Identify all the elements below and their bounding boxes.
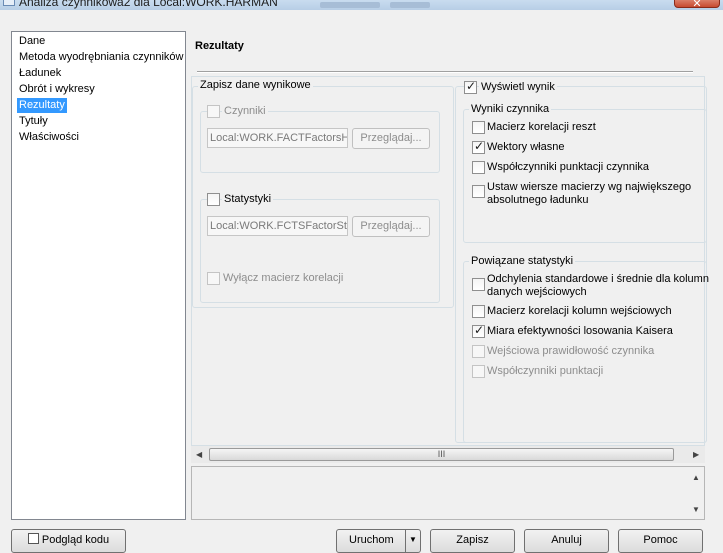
title-bar: Analiza czynnikowa2 dla Local:WORK.HARMA… [0,0,723,10]
factor-score-coefficients-label: Współczynniki punktacji czynnika [487,161,650,173]
horizontal-scrollbar[interactable]: ◀ III ▶ [191,446,705,463]
nav-item-titles[interactable]: Tytuły [17,114,50,129]
run-button[interactable]: Uruchom ▼ [336,529,421,553]
std-dev-means-label: Odchylenia standardowe i średnie dla kol… [487,273,709,285]
nav-item-properties[interactable]: Właściwości [17,130,81,145]
factors-checkbox[interactable] [207,105,220,118]
save-output-legend: Zapisz dane wynikowe [198,79,313,91]
score-coefficients-label: Współczynniki punktacji [487,365,604,377]
kaiser-measure-label: Miara efektywności losowania Kaisera [487,325,673,337]
residual-correlation-checkbox[interactable] [472,121,485,134]
scroll-down-icon[interactable]: ▼ [692,505,700,514]
statistics-path-input[interactable]: Local:WORK.FCTSFactorSta [207,216,348,236]
options-area: Zapisz dane wynikowe Czynniki Local:WORK… [191,76,709,446]
statistics-browse-button[interactable]: Przeglądaj... [352,216,430,237]
factors-browse-button[interactable]: Przeglądaj... [352,128,430,149]
scroll-up-icon[interactable]: ▲ [692,473,700,482]
residual-correlation-label: Macierz korelacji reszt [487,121,596,133]
app-icon [3,0,15,6]
std-dev-means-checkbox[interactable] [472,278,485,291]
nav-item-rotation-plots[interactable]: Obrót i wykresy [17,82,97,97]
close-button[interactable]: ✕ [674,0,720,10]
nav-item-results[interactable]: Rezultaty [17,98,67,113]
sort-rows-checkbox[interactable] [472,185,485,198]
title-bar-decoration [320,2,380,8]
score-coefficients-checkbox[interactable] [472,365,485,378]
input-correlation-matrix-label: Macierz korelacji kolumn wejściowych [487,305,672,317]
eigenvectors-label: Wektory własne [487,141,565,153]
description-box: ▲ ▼ [191,466,705,520]
show-results-label: Wyświetl wynik [479,81,557,94]
factor-score-coefficients-checkbox[interactable] [472,161,485,174]
eigenvectors-checkbox[interactable] [472,139,485,154]
title-separator [197,71,693,73]
preview-code-button[interactable]: Podgląd kodu [11,529,126,553]
save-button[interactable]: Zapisz [430,529,515,553]
input-factor-validity-checkbox[interactable] [472,345,485,358]
preview-code-label: Podgląd kodu [41,534,110,546]
show-results-checkbox[interactable] [464,79,477,94]
std-dev-means-label-line2: danych wejściowych [487,286,587,298]
cancel-button[interactable]: Anuluj [524,529,609,553]
nav-item-dane[interactable]: Dane [17,34,47,49]
factors-label: Czynniki [222,105,268,118]
vertical-scrollbar[interactable]: ▲ ▼ [689,467,704,519]
scroll-left-icon[interactable]: ◀ [196,450,202,459]
statistics-label: Statystyki [222,193,274,206]
title-bar-decoration [390,2,430,8]
kaiser-measure-checkbox[interactable] [472,323,485,338]
run-label: Uruchom [349,534,394,546]
statistics-checkbox[interactable] [207,193,220,206]
exclude-correlation-label: Wyłącz macierz korelacji [223,272,344,284]
input-factor-validity-label: Wejściowa prawidłowość czynnika [487,345,655,357]
sort-rows-label-line2: absolutnego ładunku [487,194,589,206]
scroll-right-icon[interactable]: ▶ [693,450,699,459]
related-statistics-legend: Powiązane statystyki [469,255,576,267]
nav-item-extraction-method[interactable]: Metoda wyodrębniania czynników [17,50,185,65]
sort-rows-label: Ustaw wiersze macierzy wg największego [487,181,692,193]
input-correlation-matrix-checkbox[interactable] [472,305,485,318]
nav-item-loadings[interactable]: Ładunek [17,66,63,81]
run-dropdown-icon[interactable]: ▼ [405,530,420,552]
page-title: Rezultaty [195,40,244,52]
help-button[interactable]: Pomoc [618,529,703,553]
code-preview-icon [27,533,39,544]
statistics-group [200,199,440,303]
window-title: Analiza czynnikowa2 dla Local:WORK.HARMA… [19,0,278,9]
exclude-correlation-checkbox[interactable] [207,272,220,285]
factor-results-legend: Wyniki czynnika [469,103,552,115]
navigation-list[interactable]: Dane Metoda wyodrębniania czynników Ładu… [11,31,186,520]
scrollbar-thumb[interactable]: III [209,448,674,461]
factors-path-input[interactable]: Local:WORK.FACTFactorsH [207,128,348,148]
